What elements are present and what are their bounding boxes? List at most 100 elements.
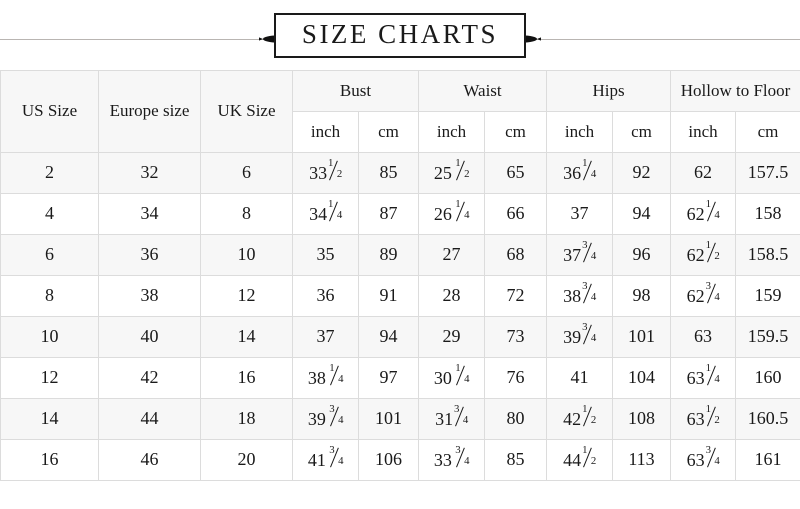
- cell-bust-cm: 87: [358, 193, 419, 235]
- cell-europe-size: 40: [98, 316, 201, 358]
- cell-waist-inch: 28: [418, 275, 485, 317]
- cell-hollow-cm: 160: [735, 357, 800, 399]
- header-hollow-to-floor: Hollow to Floor: [670, 70, 800, 112]
- cell-waist-inch: 27: [418, 234, 485, 276]
- cell-waist-cm: 85: [483, 439, 548, 481]
- cell-europe-size: 44: [98, 398, 201, 440]
- cell-bust-inch: 34 1 4: [292, 193, 359, 235]
- cell-waist-inch: 26 1 4: [418, 193, 485, 235]
- cell-bust-cm: 97: [358, 357, 419, 399]
- cell-uk-size: 16: [200, 357, 293, 399]
- cell-hips-cm: 98: [612, 275, 672, 317]
- cell-us-size: 4: [0, 193, 99, 235]
- header-hollow-inch: inch: [670, 111, 737, 153]
- cell-hollow-cm: 159: [735, 275, 800, 317]
- cell-us-size: 16: [0, 439, 99, 481]
- cell-hollow-cm: 159.5: [735, 316, 800, 358]
- cell-uk-size: 8: [200, 193, 293, 235]
- cell-hollow-cm: 160.5: [735, 398, 800, 440]
- cell-waist-cm: 72: [483, 275, 548, 317]
- table-row: 6 36 10 35 89 27 68 37 3 4 96 62 1 2 158.5: [0, 234, 800, 276]
- cell-hips-inch: 42 1 2: [546, 398, 614, 440]
- cell-hollow-inch: 62 3 4: [670, 275, 737, 317]
- cell-waist-cm: 65: [483, 152, 548, 194]
- cell-hollow-inch: 63 3 4: [670, 439, 737, 481]
- cell-waist-inch: 25 1 2: [418, 152, 485, 194]
- page-title: SIZE CHARTS: [301, 18, 499, 49]
- cell-hollow-inch: 62 1 4: [670, 193, 737, 235]
- cell-hollow-cm: 158.5: [735, 234, 800, 276]
- cell-hips-inch: 39 3 4: [546, 316, 614, 358]
- cell-uk-size: 18: [200, 398, 293, 440]
- cell-hips-inch: 41: [546, 357, 614, 399]
- title-box: SIZE CHARTS: [273, 12, 527, 58]
- table-body: 2 32 6 33 1 2 85 25 1 2 65 36 1 4 92 62 157.5 4 34 8 34 1 4 87 2…: [0, 152, 800, 481]
- cell-waist-inch: 31 3 4: [418, 398, 485, 440]
- cell-uk-size: 14: [200, 316, 293, 358]
- cell-waist-cm: 73: [483, 316, 548, 358]
- table-row: 16 46 20 41 3 4 106 33 3 4 85 44 1 2 113 63 3 4 161: [0, 439, 800, 481]
- cell-uk-size: 20: [200, 439, 293, 481]
- cell-europe-size: 46: [98, 439, 201, 481]
- title-banner: SIZE CHARTS: [0, 0, 800, 70]
- cell-europe-size: 36: [98, 234, 201, 276]
- cell-bust-cm: 85: [358, 152, 419, 194]
- cell-bust-inch: 33 1 2: [292, 152, 359, 194]
- table-row: 12 42 16 38 1 4 97 30 1 4 76 41 104 63 1 4 160: [0, 357, 800, 399]
- cell-hollow-cm: 157.5: [735, 152, 800, 194]
- header-waist-cm: cm: [483, 111, 548, 153]
- cell-bust-inch: 41 3 4: [292, 439, 359, 481]
- cell-hollow-cm: 161: [735, 439, 800, 481]
- cell-waist-inch: 29: [418, 316, 485, 358]
- cell-us-size: 12: [0, 357, 99, 399]
- header-hips-cm: cm: [612, 111, 672, 153]
- cell-hips-inch: 38 3 4: [546, 275, 614, 317]
- cell-bust-cm: 91: [358, 275, 419, 317]
- table-row: 8 38 12 36 91 28 72 38 3 4 98 62 3 4 159: [0, 275, 800, 317]
- header-bust-inch: inch: [292, 111, 359, 153]
- cell-hips-inch: 37 3 4: [546, 234, 614, 276]
- cell-hollow-inch: 62 1 2: [670, 234, 737, 276]
- cell-bust-cm: 89: [358, 234, 419, 276]
- cell-bust-inch: 35: [292, 234, 359, 276]
- cell-hollow-inch: 62: [670, 152, 737, 194]
- cell-europe-size: 34: [98, 193, 201, 235]
- cell-hips-cm: 92: [612, 152, 672, 194]
- cell-bust-cm: 101: [358, 398, 419, 440]
- cell-us-size: 10: [0, 316, 99, 358]
- header-us-size: US Size: [0, 70, 99, 153]
- title-rule-left: [0, 39, 272, 40]
- header-hips-inch: inch: [546, 111, 614, 153]
- cell-hips-cm: 94: [612, 193, 672, 235]
- cell-bust-inch: 39 3 4: [292, 398, 359, 440]
- cell-hips-cm: 104: [612, 357, 672, 399]
- header-hips: Hips: [546, 70, 672, 112]
- cell-bust-cm: 106: [358, 439, 419, 481]
- table-row: 4 34 8 34 1 4 87 26 1 4 66 37 94 62 1 4 158: [0, 193, 800, 235]
- title-rule-right: [528, 39, 800, 40]
- cell-waist-inch: 33 3 4: [418, 439, 485, 481]
- cell-waist-cm: 68: [483, 234, 548, 276]
- header-group-row: US Size Europe size UK Size Bust Waist H…: [0, 70, 800, 153]
- header-hollow-cm: cm: [735, 111, 800, 153]
- cell-bust-cm: 94: [358, 316, 419, 358]
- cell-uk-size: 6: [200, 152, 293, 194]
- cell-waist-cm: 80: [483, 398, 548, 440]
- cell-hollow-inch: 63: [670, 316, 737, 358]
- table-row: 14 44 18 39 3 4 101 31 3 4 80 42 1 2 108 63 1 2 160.5: [0, 398, 800, 440]
- cell-hollow-inch: 63 1 2: [670, 398, 737, 440]
- table-row: 2 32 6 33 1 2 85 25 1 2 65 36 1 4 92 62 157.5: [0, 152, 800, 194]
- table-head: US Size Europe size UK Size Bust Waist H…: [0, 70, 800, 153]
- cell-hips-cm: 113: [612, 439, 672, 481]
- cell-europe-size: 38: [98, 275, 201, 317]
- header-uk-size: UK Size: [200, 70, 293, 153]
- header-waist-inch: inch: [418, 111, 485, 153]
- size-chart-table: US Size Europe size UK Size Bust Waist H…: [0, 70, 800, 481]
- cell-bust-inch: 38 1 4: [292, 357, 359, 399]
- header-bust-cm: cm: [358, 111, 419, 153]
- cell-uk-size: 12: [200, 275, 293, 317]
- cell-hips-inch: 36 1 4: [546, 152, 614, 194]
- cell-hollow-inch: 63 1 4: [670, 357, 737, 399]
- cell-waist-cm: 76: [483, 357, 548, 399]
- cell-europe-size: 32: [98, 152, 201, 194]
